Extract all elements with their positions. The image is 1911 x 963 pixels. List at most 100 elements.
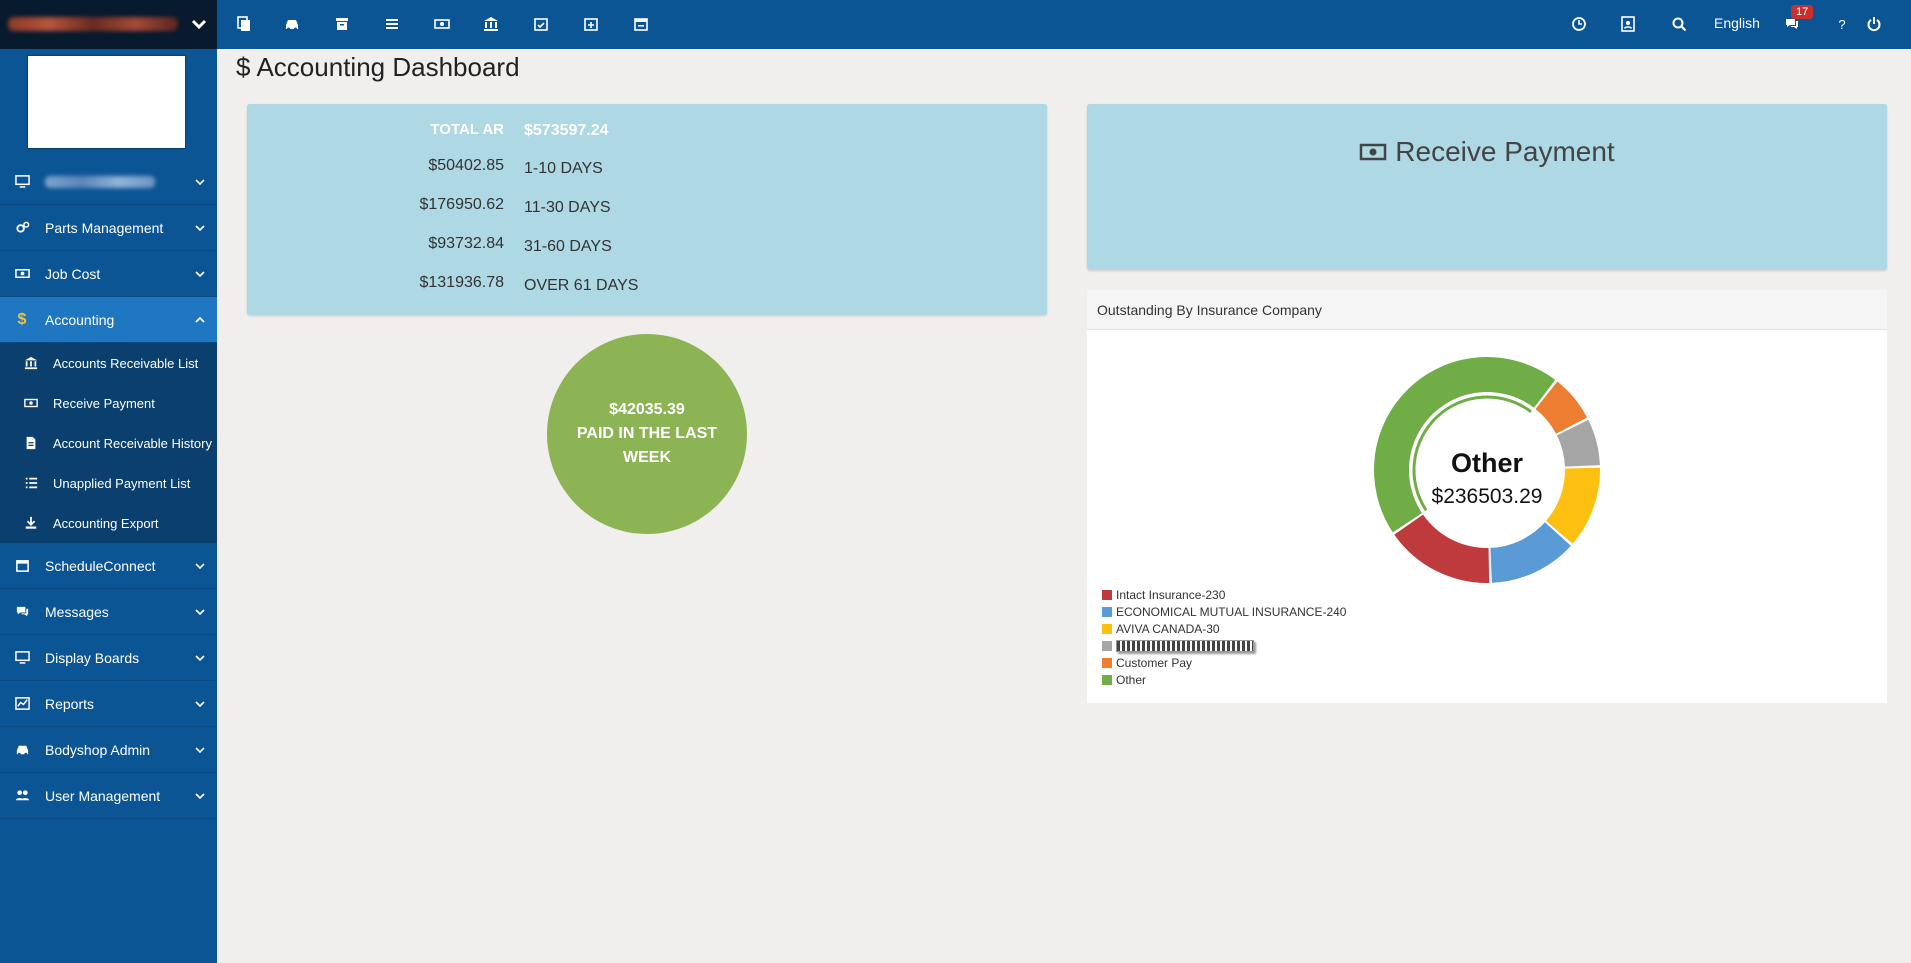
legend-label: ECONOMICAL MUTUAL INSURANCE-240 [1116, 604, 1347, 619]
car-icon[interactable] [282, 14, 302, 34]
ar-range: 31-60 DAYS [524, 238, 612, 255]
contact-icon[interactable] [1618, 14, 1638, 34]
sidebar-item-display-boards[interactable]: Display Boards [0, 635, 217, 681]
legend-item[interactable]: ECONOMICAL MUTUAL INSURANCE-240 [1102, 603, 1346, 620]
archive-icon[interactable] [332, 14, 352, 34]
ar-row: $131936.78 OVER 61 DAYS [247, 274, 1047, 304]
company-logo [27, 55, 186, 149]
sidebar-item-parts-management[interactable]: Parts Management [0, 205, 217, 251]
receive-payment-title: Receive Payment [1087, 136, 1887, 168]
legend-item[interactable]: Other [1102, 671, 1346, 688]
chevron-down-icon [194, 175, 206, 187]
insurance-donut-chart: Other $236503.29 [1374, 357, 1600, 583]
legend-swatch [1102, 674, 1112, 685]
sidebar-subitem-label: Accounting Export [53, 515, 159, 531]
ar-amount: $93732.84 [428, 235, 504, 252]
dollar-icon: $ [17, 310, 27, 328]
download-icon [22, 514, 40, 532]
page-title: $ Accounting Dashboard [236, 52, 520, 83]
accounting-submenu: Accounts Receivable List Receive Payment… [0, 343, 217, 543]
sidebar-item-bodyshopconnect[interactable] [0, 159, 217, 205]
ar-row: $50402.85 1-10 DAYS [247, 157, 1047, 187]
dollar-icon: $ [236, 52, 251, 82]
ar-row-total: TOTAL AR $573597.24 [247, 119, 1047, 149]
legend-label: Other [1116, 672, 1147, 687]
language-selector[interactable]: English [1714, 15, 1760, 31]
calendar-plus-icon[interactable] [581, 14, 601, 34]
sidebar-item-user-management[interactable]: User Management [0, 773, 217, 819]
paid-label-line2: WEEK [623, 449, 671, 466]
legend-item[interactable]: Customer Pay [1102, 654, 1346, 671]
donut-slice[interactable] [1394, 514, 1490, 583]
help-button[interactable]: ? [1832, 14, 1852, 34]
car-icon [13, 741, 31, 759]
legend-swatch [1102, 606, 1112, 617]
sidebar-item-label: Accounting [45, 311, 115, 328]
sidebar-item-label: Reports [45, 695, 95, 712]
list-icon[interactable] [382, 14, 402, 34]
chevron-down-icon[interactable] [189, 14, 209, 34]
donut-center-value: $236503.29 [1432, 485, 1543, 508]
legend-label: Intact Insurance-230 [1116, 587, 1226, 602]
chevron-down-icon [194, 605, 206, 617]
outstanding-by-insurance-panel: Outstanding By Insurance Company Other $… [1087, 290, 1887, 703]
chevron-down-icon [194, 221, 206, 233]
legend-label: Customer Pay [1116, 655, 1193, 670]
ar-range: 1-10 DAYS [524, 160, 603, 177]
sidebar-subitem-accounting-export[interactable]: Accounting Export [0, 503, 217, 543]
cogs-icon [13, 219, 31, 237]
file-icon [22, 434, 40, 452]
clock-icon[interactable] [1569, 14, 1589, 34]
desktop-icon [13, 649, 31, 667]
sidebar-item-messages[interactable]: Messages [0, 589, 217, 635]
legend-item[interactable]: AVIVA CANADA-30 [1102, 620, 1346, 637]
chevron-down-icon [194, 267, 206, 279]
sidebar-subitem-account-receivable-history[interactable]: Account Receivable History [0, 423, 217, 463]
messages-count-badge: 17 [1791, 5, 1814, 19]
money-icon [22, 394, 40, 412]
sidebar-item-accounting[interactable]: $ Accounting [0, 297, 217, 343]
sidebar-item-scheduleconnect[interactable]: ScheduleConnect [0, 543, 217, 589]
panel-heading: Outstanding By Insurance Company [1087, 290, 1887, 330]
chevron-up-icon [194, 313, 206, 325]
bank-icon[interactable] [481, 14, 501, 34]
ar-row: $93732.84 31-60 DAYS [247, 235, 1047, 265]
sidebar-menu: Parts Management Job Cost $ Accounting A… [0, 159, 217, 819]
top-navbar: English 17 ? [0, 0, 1911, 49]
sidebar-item-label: Job Cost [45, 265, 101, 282]
legend-item[interactable] [1102, 637, 1346, 654]
sidebar-subitem-accounts-receivable-list[interactable]: Accounts Receivable List [0, 343, 217, 383]
legend-label-redacted [1116, 639, 1254, 652]
money-icon[interactable] [432, 14, 452, 34]
brand-switcher[interactable] [0, 0, 217, 49]
sidebar-item-bodyshop-admin[interactable]: Bodyshop Admin [0, 727, 217, 773]
legend-swatch [1102, 623, 1112, 634]
power-icon[interactable] [1864, 14, 1884, 34]
receive-payment-tile[interactable]: Receive Payment [1087, 104, 1887, 270]
chevron-down-icon [194, 743, 206, 755]
ar-amount: $131936.78 [419, 274, 504, 291]
receive-payment-label: Receive Payment [1395, 136, 1615, 167]
money-icon [1360, 143, 1387, 161]
sidebar-item-label: User Management [45, 787, 161, 804]
sidebar-item-reports[interactable]: Reports [0, 681, 217, 727]
search-icon[interactable] [1669, 14, 1689, 34]
copy-icon[interactable] [234, 14, 254, 34]
legend-item[interactable]: Intact Insurance-230 [1102, 586, 1346, 603]
calendar-check-icon[interactable] [531, 14, 551, 34]
sidebar-item-label: ScheduleConnect [45, 557, 156, 574]
sidebar-item-job-cost[interactable]: Job Cost [0, 251, 217, 297]
legend-swatch [1102, 640, 1112, 651]
ar-range: OVER 61 DAYS [524, 277, 639, 294]
calendar-icon[interactable] [631, 14, 651, 34]
ar-amount: $176950.62 [419, 196, 504, 213]
chevron-down-icon [194, 697, 206, 709]
sidebar-subitem-unapplied-payment-list[interactable]: Unapplied Payment List [0, 463, 217, 503]
paid-label-line1: PAID IN THE LAST [576, 425, 718, 442]
list-icon [22, 474, 40, 492]
paid-last-week-circle: $42035.39 PAID IN THE LAST WEEK [547, 334, 747, 534]
sidebar-subitem-label: Accounts Receivable List [53, 355, 199, 371]
legend-swatch [1102, 657, 1112, 668]
sidebar-item-label: Messages [45, 603, 109, 620]
sidebar-subitem-receive-payment[interactable]: Receive Payment [0, 383, 217, 423]
